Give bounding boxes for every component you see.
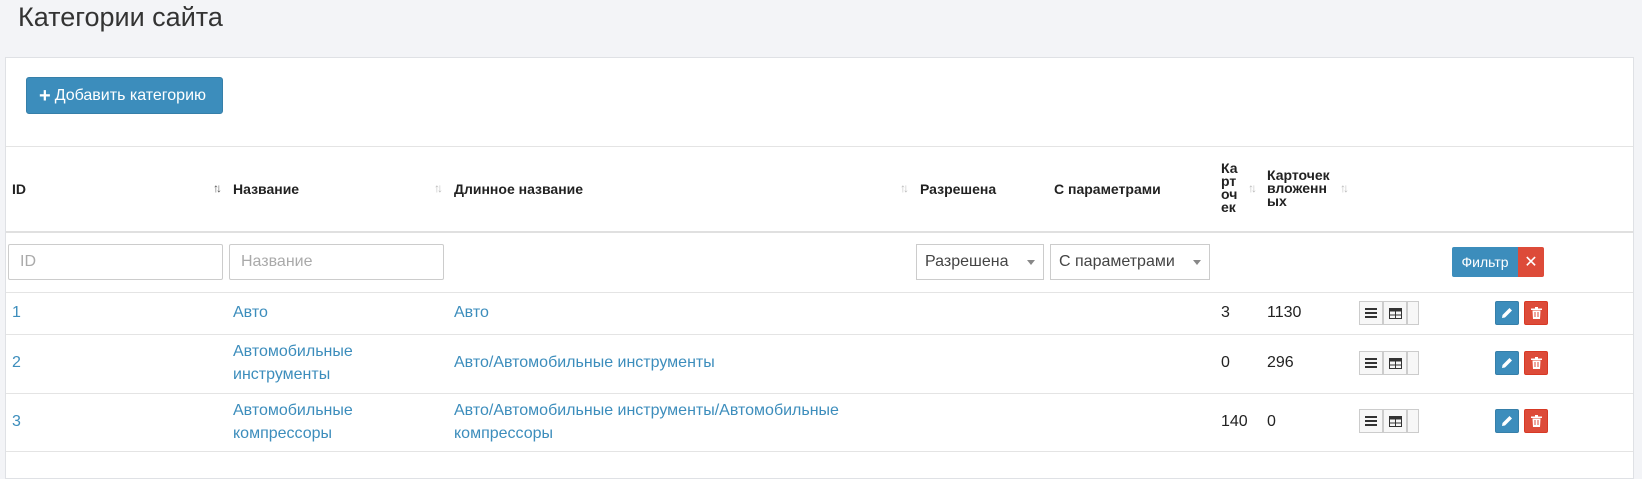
name-line: Авто [233,304,268,321]
divider [6,292,1633,293]
header-line: ых [1267,193,1287,209]
delete-button[interactable] [1524,409,1548,433]
view-button-group [1359,301,1419,325]
more-button[interactable] [1407,409,1419,433]
id-filter-input[interactable] [8,244,223,280]
categories-panel: + Добавить категорию ID ↑↓ Название ↑↓ Д… [5,57,1634,479]
row-long-name-link[interactable]: Авто/Автомобильные инструменты [454,351,715,374]
row-name-link[interactable]: Автомобильные компрессоры [233,399,353,445]
name-line: Автомобильные [233,402,353,419]
divider [6,393,1633,394]
trash-icon [1530,307,1542,319]
sort-icon[interactable]: ↑↓ [434,181,443,195]
name-line: Автомобильные [233,343,353,360]
filter-button[interactable]: Фильтр [1452,247,1518,277]
plus-icon: + [39,84,51,107]
table-icon[interactable] [1383,301,1407,325]
col-with-params-header: С параметрами [1054,181,1161,197]
more-button[interactable] [1407,301,1419,325]
with-params-filter-select[interactable]: С параметрами [1050,244,1210,280]
long-name-line: Авто/Автомобильные инструменты [454,354,715,371]
trash-icon [1530,357,1542,369]
list-icon[interactable] [1359,301,1383,325]
edit-button[interactable] [1495,301,1519,325]
delete-button[interactable] [1524,351,1548,375]
col-cards-nested-header[interactable]: Карточек вложенн ых [1267,168,1330,209]
col-allowed-header: Разрешена [920,181,997,197]
edit-button[interactable] [1495,351,1519,375]
long-name-line: компрессоры [454,425,554,442]
header-line: ек [1221,199,1236,215]
divider [6,146,1633,147]
list-icon[interactable] [1359,409,1383,433]
trash-icon [1530,415,1542,427]
row-long-name-link[interactable]: Авто [454,301,489,324]
row-id-link[interactable]: 3 [12,410,21,433]
divider [6,451,1633,452]
header-divider [6,231,1633,233]
table-icon[interactable] [1383,409,1407,433]
view-button-group [1359,351,1419,375]
name-line: инструменты [233,366,331,383]
col-long-name-header[interactable]: Длинное название [454,181,583,197]
divider [6,334,1633,335]
caret-down-icon [1193,260,1201,265]
row-cards-nested: 1130 [1267,304,1302,321]
row-cards: 3 [1221,304,1230,321]
sort-icon[interactable]: ↑↓ [1340,181,1349,195]
with-params-filter-value: С параметрами [1059,253,1175,270]
row-name-link[interactable]: Авто [233,301,268,324]
col-id-header[interactable]: ID [12,181,26,197]
caret-down-icon [1027,260,1035,265]
sort-icon[interactable]: ↑↓ [900,181,909,195]
row-id-link[interactable]: 2 [12,351,21,374]
sort-icon[interactable]: ↑↓ [1248,181,1257,195]
more-button[interactable] [1407,351,1419,375]
edit-button[interactable] [1495,409,1519,433]
view-button-group [1359,409,1419,433]
pencil-icon [1502,358,1512,368]
allowed-filter-select[interactable]: Разрешена [916,244,1044,280]
page-title: Категории сайта [18,2,223,32]
table-icon[interactable] [1383,351,1407,375]
name-filter-input[interactable] [229,244,444,280]
name-line: компрессоры [233,425,333,442]
sort-asc-icon[interactable]: ↑↓ [213,181,222,195]
list-icon[interactable] [1359,351,1383,375]
row-cards: 0 [1221,354,1230,371]
long-name-line: Авто [454,304,489,321]
allowed-filter-value: Разрешена [925,253,1009,270]
col-name-header[interactable]: Название [233,181,299,197]
close-icon[interactable]: ✕ [1518,247,1544,277]
row-id-link[interactable]: 1 [12,301,21,324]
row-cards-nested: 296 [1267,354,1294,371]
row-long-name-link[interactable]: Авто/Автомобильные инструменты/Автомобил… [454,399,839,445]
add-category-label: Добавить категорию [54,86,207,104]
delete-button[interactable] [1524,301,1548,325]
pencil-icon [1502,308,1512,318]
long-name-line: Авто/Автомобильные инструменты/Автомобил… [454,402,839,419]
pencil-icon [1502,416,1512,426]
col-cards-header[interactable]: Ка рт оч ек [1221,161,1238,215]
row-cards-nested: 0 [1267,413,1276,430]
row-cards: 140 [1221,413,1248,430]
add-category-button[interactable]: + Добавить категорию [26,77,223,114]
row-name-link[interactable]: Автомобильные инструменты [233,340,353,386]
